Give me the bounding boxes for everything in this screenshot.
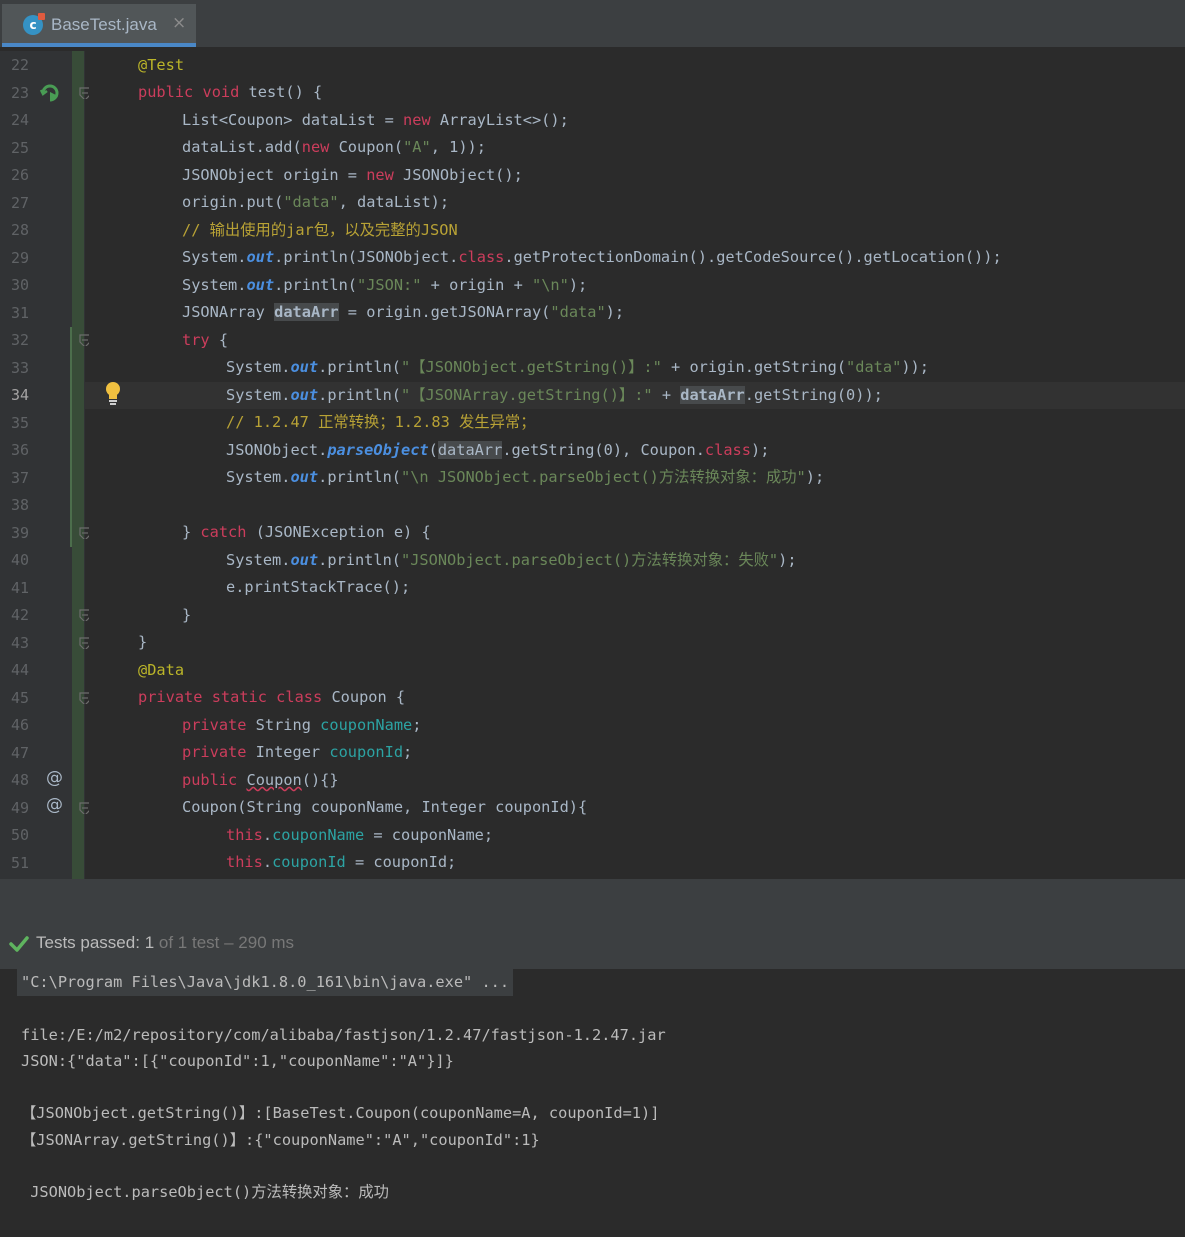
line-number: 35 [11,413,30,432]
code-editor[interactable]: 22 23 24 25 26 27 28 29 30 31 32 33 34 35 36 37 38 39 40 41… [0,51,1185,879]
close-icon[interactable]: × [172,13,186,33]
code-line-45: private static class Coupon { [138,688,406,706]
line-number: 23 [11,83,30,102]
line-number: 31 [11,303,30,322]
line-number: 41 [11,578,30,597]
line-number: 33 [11,358,30,377]
code-line-35: // 1.2.47 正常转换；1.2.83 发生异常； [226,413,536,431]
code-line-37: System.out.println("\n JSONObject.parseO… [226,468,825,486]
vcs-change-marker [72,51,84,879]
passed-count: 1 [144,933,155,952]
fold-marker-icon[interactable] [79,526,89,539]
console-output[interactable]: "C:\Program Files\Java\jdk1.8.0_161\bin\… [0,969,1185,1237]
line-number: 22 [11,56,30,74]
code-line-49: Coupon(String couponName, Integer coupon… [182,798,588,816]
editor-tab-bar: c BaseTest.java × [0,0,1185,47]
line-number: 48 [11,771,30,789]
java-class-icon: c [23,13,45,35]
test-status: Tests passed: 1 of 1 test – 290 ms [36,933,294,953]
line-number: 51 [11,853,30,872]
code-line-43: } [138,633,148,651]
total-tests: of 1 test [158,933,220,952]
code-line-47: private Integer couponId; [182,743,413,761]
code-line-51: this.couponId = couponId; [226,853,457,871]
line-number: 26 [11,166,30,184]
code-line-27: origin.put("data", dataList); [182,193,450,211]
line-number: 44 [11,661,30,679]
test-duration: – 290 ms [224,933,295,952]
console-line: "C:\Program Files\Java\jdk1.8.0_161\bin\… [17,969,514,996]
console-line: JSONObject.parseObject()方法转换对象：成功 [21,1183,389,1201]
tab-basetest-java[interactable]: c BaseTest.java × [2,4,196,47]
code-line-41: e.printStackTrace(); [226,578,411,596]
line-number: 34 [11,386,30,404]
code-line-34: System.out.println("【JSONArray.getString… [226,386,883,404]
fold-marker-icon[interactable] [79,801,89,814]
code-line-25: dataList.add(new Coupon("A", 1)); [182,138,486,156]
lightbulb-icon[interactable] [104,381,122,405]
line-number: 42 [11,606,30,624]
fold-marker-icon[interactable] [79,334,89,346]
line-number: 27 [11,193,30,212]
fold-marker-icon[interactable] [79,691,89,704]
code-line-32: try { [182,331,229,349]
code-line-33: System.out.println("【JSONObject.getStrin… [226,358,929,376]
code-line-30: System.out.println("JSON:" + origin + "\… [182,276,588,294]
code-line-48: public Coupon(){} [182,771,339,789]
line-number: 29 [11,248,30,267]
code-line-39: } catch (JSONException e) { [182,523,431,541]
line-number: 47 [11,743,30,762]
code-line-28: // 输出使用的jar包，以及完整的JSON [182,221,458,239]
line-number: 40 [11,551,30,569]
override-marker-icon[interactable]: @ [46,768,63,788]
line-number: 38 [11,496,30,514]
line-number: 50 [11,826,30,844]
check-icon [9,936,29,952]
run-test-icon[interactable] [39,82,61,104]
code-line-42: } [182,606,192,624]
line-number: 32 [11,331,30,349]
code-line-23: public void test() { [138,83,323,101]
line-number: 25 [11,138,30,157]
line-number: 49 [11,798,30,817]
line-number: 39 [11,523,30,542]
fold-marker-icon[interactable] [79,609,89,621]
run-panel-header [0,879,1185,969]
line-number: 37 [11,468,30,487]
code-line-29: System.out.println(JSONObject.class.getP… [182,248,1002,266]
status-label: Tests passed: [36,933,140,952]
fold-marker-icon[interactable] [79,636,89,649]
console-line: 【JSONObject.getString()】:[BaseTest.Coupo… [21,1104,660,1122]
code-line-26: JSONObject origin = new JSONObject(); [182,166,523,184]
line-number: 45 [11,688,30,707]
code-line-31: JSONArray dataArr = origin.getJSONArray(… [182,303,625,321]
line-number: 43 [11,633,30,652]
fold-marker-icon[interactable] [79,86,89,99]
console-line: 【JSONArray.getString()】:{"couponName":"A… [21,1131,540,1149]
line-number: 28 [11,221,30,239]
code-line-50: this.couponName = couponName; [226,826,494,844]
code-line-24: List<Coupon> dataList = new ArrayList<>(… [182,111,569,129]
line-number: 46 [11,716,30,734]
code-line-36: JSONObject.parseObject(dataArr.getString… [226,441,770,459]
line-number: 30 [11,276,30,294]
console-line: file:/E:/m2/repository/com/alibaba/fastj… [21,1026,666,1044]
code-line-44: @Data [138,661,185,679]
override-marker-icon[interactable]: @ [46,795,63,815]
console-line: JSON:{"data":[{"couponId":1,"couponName"… [21,1052,454,1070]
line-number: 24 [11,111,30,129]
tab-label: BaseTest.java [51,15,157,34]
vcs-modified-marker [70,327,72,547]
line-number: 36 [11,441,30,459]
code-line-40: System.out.println("JSONObject.parseObje… [226,551,797,569]
code-line-22: @Test [138,56,185,74]
code-line-46: private String couponName; [182,716,422,734]
